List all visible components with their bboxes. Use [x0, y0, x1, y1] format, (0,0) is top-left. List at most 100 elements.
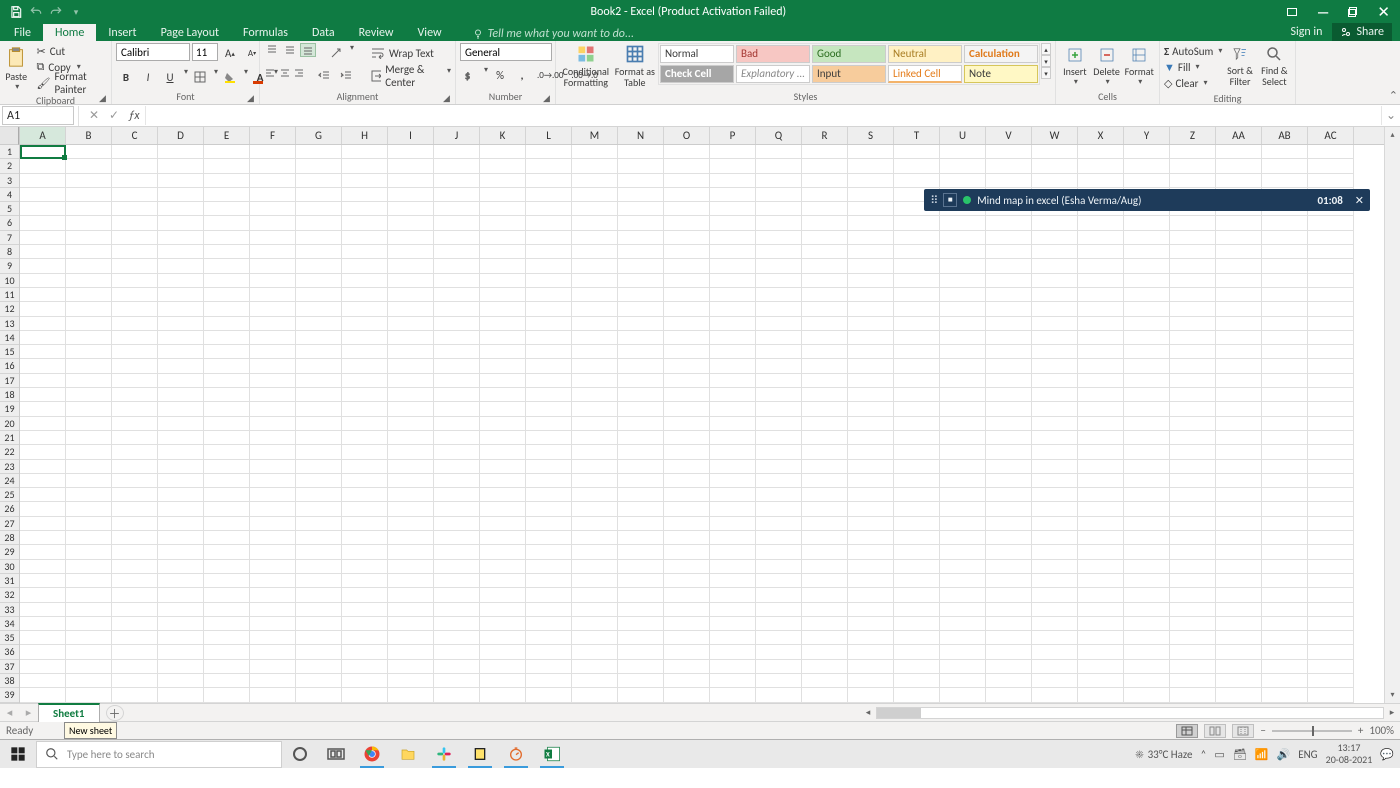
cell[interactable]	[1032, 431, 1078, 445]
cell[interactable]	[158, 374, 204, 388]
cell[interactable]	[1124, 588, 1170, 602]
cell[interactable]	[710, 688, 756, 702]
cell[interactable]	[664, 631, 710, 645]
cell[interactable]	[802, 417, 848, 431]
cell[interactable]	[940, 474, 986, 488]
sheet-nav-prev-icon[interactable]: ◂	[7, 706, 13, 719]
cell[interactable]	[1032, 417, 1078, 431]
cell[interactable]	[296, 631, 342, 645]
cell[interactable]	[1032, 645, 1078, 659]
cell[interactable]	[388, 460, 434, 474]
cell[interactable]	[802, 359, 848, 373]
cell[interactable]	[1170, 645, 1216, 659]
cell[interactable]	[1078, 460, 1124, 474]
cell[interactable]	[526, 274, 572, 288]
cell[interactable]	[296, 231, 342, 245]
cell[interactable]	[940, 631, 986, 645]
cell[interactable]	[1216, 574, 1262, 588]
cell[interactable]	[848, 274, 894, 288]
cell[interactable]	[526, 331, 572, 345]
cell[interactable]	[66, 245, 112, 259]
cell[interactable]	[802, 631, 848, 645]
cell[interactable]	[434, 231, 480, 245]
cell[interactable]	[342, 588, 388, 602]
number-format-select[interactable]	[460, 43, 552, 61]
cell[interactable]	[572, 674, 618, 688]
cell[interactable]	[1170, 574, 1216, 588]
cell[interactable]	[1032, 660, 1078, 674]
cell[interactable]	[388, 502, 434, 516]
cell[interactable]	[618, 288, 664, 302]
cell[interactable]	[112, 460, 158, 474]
cell[interactable]	[710, 645, 756, 659]
cell[interactable]	[480, 374, 526, 388]
column-header[interactable]: Z	[1170, 127, 1216, 144]
cell[interactable]	[802, 603, 848, 617]
cell[interactable]	[250, 531, 296, 545]
delete-cells-button[interactable]: Delete▾	[1092, 43, 1122, 89]
cell[interactable]	[1032, 145, 1078, 159]
cell[interactable]	[204, 502, 250, 516]
cell[interactable]	[342, 460, 388, 474]
cell[interactable]	[572, 560, 618, 574]
cell[interactable]	[802, 331, 848, 345]
cell[interactable]	[756, 388, 802, 402]
cell[interactable]	[388, 417, 434, 431]
cell[interactable]	[986, 560, 1032, 574]
cell[interactable]	[1124, 216, 1170, 230]
cell[interactable]	[848, 502, 894, 516]
cell[interactable]	[1308, 302, 1354, 316]
cell[interactable]	[250, 345, 296, 359]
cell[interactable]	[1032, 345, 1078, 359]
cell[interactable]	[434, 159, 480, 173]
cell[interactable]	[66, 560, 112, 574]
cell[interactable]	[342, 317, 388, 331]
tab-formulas[interactable]: Formulas	[231, 24, 300, 41]
cell[interactable]	[250, 574, 296, 588]
cell[interactable]	[802, 216, 848, 230]
cell[interactable]	[1170, 531, 1216, 545]
vertical-scrollbar[interactable]: ▴ ▾	[1384, 127, 1400, 703]
cell[interactable]	[158, 674, 204, 688]
cell[interactable]	[894, 317, 940, 331]
cell[interactable]	[388, 660, 434, 674]
accounting-format-button[interactable]: $	[460, 65, 480, 85]
cell[interactable]	[388, 560, 434, 574]
cell[interactable]	[342, 502, 388, 516]
cell[interactable]	[848, 517, 894, 531]
cell[interactable]	[802, 502, 848, 516]
cell[interactable]	[756, 474, 802, 488]
cell[interactable]	[618, 531, 664, 545]
cell[interactable]	[296, 431, 342, 445]
cell[interactable]	[756, 502, 802, 516]
cell[interactable]	[940, 660, 986, 674]
cells-area[interactable]	[20, 145, 1384, 703]
cell[interactable]	[1032, 231, 1078, 245]
cell[interactable]	[848, 603, 894, 617]
cell[interactable]	[848, 460, 894, 474]
cell[interactable]	[802, 674, 848, 688]
cell[interactable]	[802, 288, 848, 302]
hscroll-left-icon[interactable]: ◂	[860, 707, 876, 718]
cell[interactable]	[526, 359, 572, 373]
cell[interactable]	[158, 402, 204, 416]
cell[interactable]	[112, 259, 158, 273]
cell[interactable]	[940, 216, 986, 230]
cell[interactable]	[1078, 402, 1124, 416]
cell[interactable]	[710, 674, 756, 688]
tab-view[interactable]: View	[406, 24, 454, 41]
cell[interactable]	[1262, 359, 1308, 373]
cell[interactable]	[526, 660, 572, 674]
cell[interactable]	[1170, 617, 1216, 631]
cell[interactable]	[710, 460, 756, 474]
column-header[interactable]: L	[526, 127, 572, 144]
cell[interactable]	[1124, 545, 1170, 559]
cell[interactable]	[1308, 531, 1354, 545]
cell[interactable]	[940, 259, 986, 273]
cell[interactable]	[802, 317, 848, 331]
cell[interactable]	[1262, 288, 1308, 302]
cell[interactable]	[710, 259, 756, 273]
cell[interactable]	[342, 645, 388, 659]
cell[interactable]	[756, 359, 802, 373]
cell[interactable]	[1124, 231, 1170, 245]
